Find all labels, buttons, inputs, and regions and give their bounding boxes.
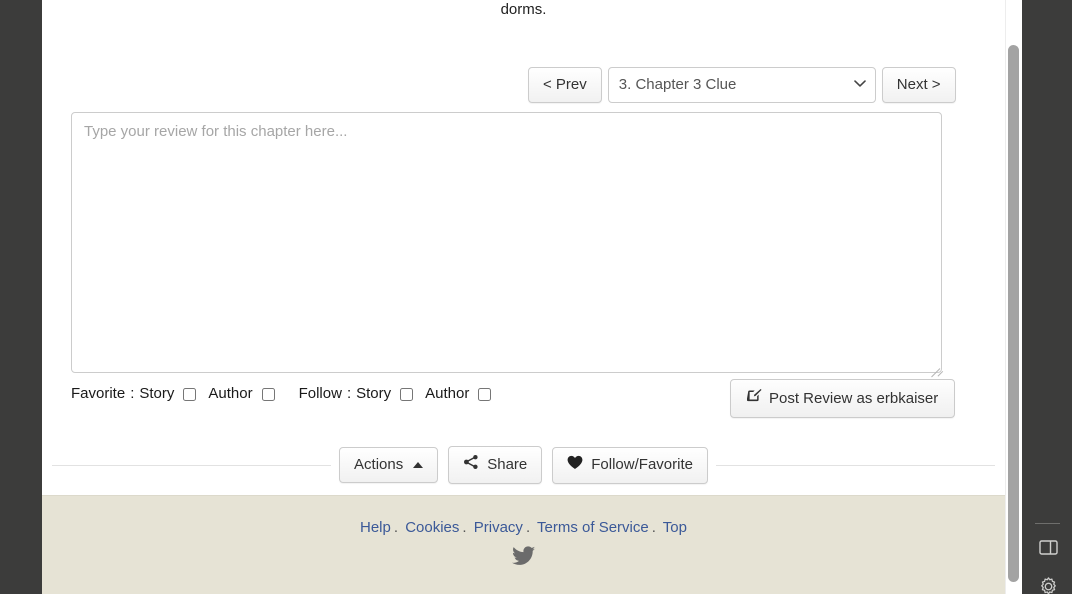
footer-separator: . bbox=[462, 519, 467, 536]
divider-right bbox=[715, 464, 995, 466]
footer-separator: . bbox=[393, 519, 399, 536]
review-input[interactable] bbox=[71, 112, 942, 373]
app-viewport: dorms. < Prev 3. Chapter 3 Clue Next > T… bbox=[0, 0, 1072, 594]
favorite-story-checkbox[interactable] bbox=[183, 387, 197, 401]
follow-story-checkbox[interactable] bbox=[400, 387, 414, 401]
chapter-select[interactable]: 3. Chapter 3 Clue bbox=[607, 67, 876, 103]
footer-social bbox=[42, 546, 1005, 566]
story-trailing-text: dorms. bbox=[500, 1, 547, 18]
caret-up-icon bbox=[413, 462, 424, 468]
footer-separator: . bbox=[651, 519, 656, 536]
page-content: dorms. < Prev 3. Chapter 3 Clue Next > T… bbox=[42, 0, 1005, 594]
twitter-bird-icon[interactable] bbox=[511, 546, 536, 565]
follow-label: Follow bbox=[298, 385, 342, 402]
chapter-navigation: < Prev 3. Chapter 3 Clue Next > bbox=[528, 67, 956, 103]
follow-author-label: Author bbox=[425, 385, 470, 402]
right-chrome-rail bbox=[1022, 0, 1072, 594]
favorite-author-checkbox[interactable] bbox=[261, 387, 275, 401]
left-chrome-rail bbox=[0, 0, 42, 594]
footer-separator: . bbox=[525, 519, 531, 536]
favorite-label: Favorite bbox=[71, 385, 126, 402]
page-scrollbar-thumb[interactable] bbox=[1008, 45, 1019, 582]
follow-story-label: Story bbox=[356, 385, 392, 402]
share-button[interactable]: Share bbox=[448, 446, 543, 484]
post-review-button[interactable]: Post Review as erbkaiser bbox=[730, 379, 956, 418]
next-chapter-button[interactable]: Next > bbox=[881, 67, 956, 103]
favorite-story-label: Story bbox=[139, 385, 175, 402]
site-footer: Help. Cookies. Privacy. Terms of Service… bbox=[42, 495, 1005, 594]
share-nodes-icon bbox=[463, 454, 479, 476]
footer-link-top[interactable]: Top bbox=[663, 519, 687, 536]
gear-icon[interactable] bbox=[1038, 576, 1059, 594]
prev-chapter-button[interactable]: < Prev bbox=[528, 67, 602, 103]
follow-author-checkbox[interactable] bbox=[478, 387, 492, 401]
footer-link-help[interactable]: Help bbox=[360, 519, 391, 536]
heart-icon bbox=[567, 455, 583, 476]
split-panel-icon[interactable] bbox=[1038, 537, 1059, 558]
actions-label: Actions bbox=[354, 456, 404, 473]
share-label: Share bbox=[487, 456, 528, 473]
follow-favorite-label: Follow/Favorite bbox=[591, 456, 693, 473]
post-review-label: Post Review as erbkaiser bbox=[769, 389, 939, 407]
footer-link-terms-of-service[interactable]: Terms of Service bbox=[537, 519, 649, 536]
footer-link-cookies[interactable]: Cookies bbox=[405, 519, 459, 536]
rail-divider bbox=[1035, 523, 1060, 524]
favorite-author-label: Author bbox=[208, 385, 253, 402]
follow-separator: : bbox=[346, 385, 352, 402]
follow-group: Follow : Story Author bbox=[299, 384, 492, 404]
divider-left bbox=[52, 464, 332, 466]
footer-links: Help. Cookies. Privacy. Terms of Service… bbox=[42, 518, 1005, 538]
action-buttons: Actions Share Follow/Favorite bbox=[339, 446, 708, 484]
favorite-follow-options: Favorite : Story Author Follow : Story A… bbox=[71, 384, 492, 404]
footer-link-privacy[interactable]: Privacy bbox=[474, 519, 523, 536]
actions-button[interactable]: Actions bbox=[339, 447, 439, 483]
story-actions-row: Actions Share Follow/Favorite bbox=[42, 440, 1005, 490]
pencil-square-icon bbox=[746, 388, 762, 409]
follow-favorite-button[interactable]: Follow/Favorite bbox=[552, 446, 708, 484]
chapter-select-wrapper: 3. Chapter 3 Clue bbox=[607, 67, 876, 103]
favorite-separator: : bbox=[130, 385, 135, 402]
favorite-group: Favorite : Story Author bbox=[71, 384, 275, 404]
